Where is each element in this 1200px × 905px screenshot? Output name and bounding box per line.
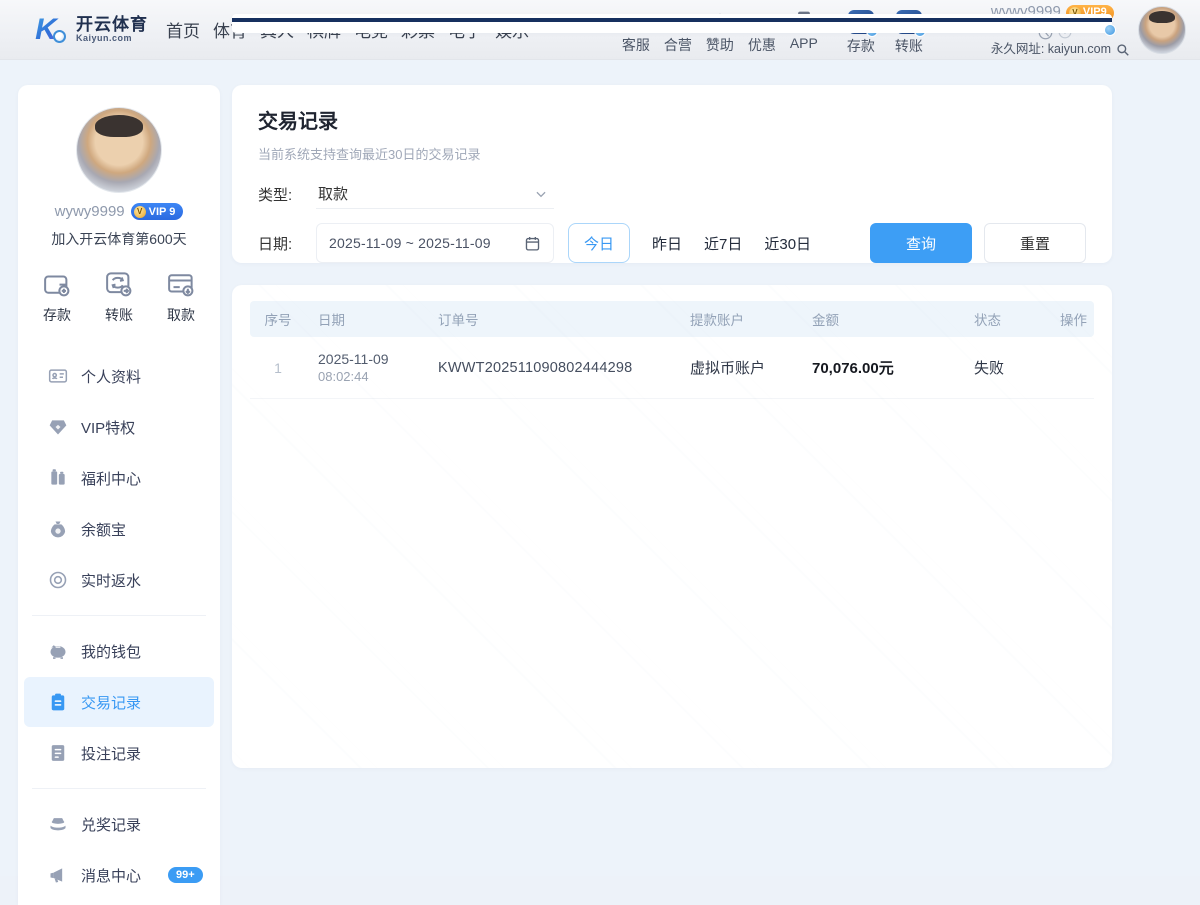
document-icon: [48, 743, 68, 763]
col-status: 状态: [962, 309, 1048, 329]
table-header: 序号 日期 订单号 提款账户 金额 状态 操作: [250, 301, 1094, 337]
vip-badge-sidebar: V VIP 9: [131, 203, 184, 220]
records-table-card: 序号 日期 订单号 提款账户 金额 状态 操作 1 2025-11-09 08:…: [232, 285, 1112, 768]
withdraw-icon: [232, 14, 1112, 33]
brand-name: 开云体育: [76, 16, 148, 34]
transfer-outline-icon: [104, 269, 134, 299]
sidebar-transfer-button[interactable]: 转账: [104, 269, 134, 325]
col-account: 提款账户: [678, 309, 800, 329]
cell-order-no: KWWT202511090802444298: [426, 360, 678, 376]
reset-button[interactable]: 重置: [984, 223, 1086, 263]
calendar-icon: [524, 235, 541, 252]
date-label: 日期:: [258, 233, 316, 254]
sidebar-item-yuebao[interactable]: 余额宝: [18, 504, 220, 554]
sidebar: wywy9999 V VIP 9 加入开云体育第600天 存款 转账: [18, 85, 220, 905]
sidebar-withdraw-button[interactable]: 取款: [166, 269, 196, 325]
sidebar-item-vip[interactable]: VIP特权: [18, 402, 220, 452]
nav-item-home[interactable]: 首页: [166, 17, 200, 42]
megaphone-icon: [48, 865, 68, 885]
col-order-no: 订单号: [426, 309, 678, 329]
logo-k-icon: K: [24, 11, 68, 49]
col-date: 日期: [306, 309, 426, 329]
cell-amount: 70,076.00元: [800, 357, 962, 378]
coins-icon: [48, 814, 68, 834]
gem-icon: [48, 417, 68, 437]
cell-index: 1: [250, 360, 306, 376]
type-select[interactable]: 取款: [316, 179, 554, 209]
range-30days-button[interactable]: 近30日: [764, 233, 811, 254]
page-subtitle: 当前系统支持查询最近30日的交易记录: [258, 144, 1086, 163]
rebate-target-icon: [48, 570, 68, 590]
sidebar-username: wywy9999: [55, 203, 125, 220]
brand-domain: Kaiyun.com: [76, 34, 148, 43]
col-index: 序号: [250, 309, 306, 329]
cell-status: 失败: [962, 357, 1048, 378]
welfare-gift-icon: [48, 468, 68, 488]
top-bar: K 开云体育 Kaiyun.com 首页 体育 真人 棋牌 电竞 彩票 电子 娱…: [0, 0, 1200, 60]
range-today-button[interactable]: 今日: [568, 223, 630, 263]
sidebar-item-profile[interactable]: 个人资料: [18, 351, 220, 401]
soccer-ball-icon: [53, 30, 66, 43]
type-value: 取款: [318, 183, 348, 204]
range-yesterday-button[interactable]: 昨日: [652, 233, 682, 254]
sidebar-avatar[interactable]: [76, 107, 162, 193]
menu-divider: [32, 615, 206, 616]
id-card-icon: [48, 366, 68, 386]
sidebar-item-messages[interactable]: 消息中心 99+: [18, 850, 220, 900]
brand-logo[interactable]: K 开云体育 Kaiyun.com: [24, 11, 148, 49]
type-label: 类型:: [258, 184, 316, 205]
sidebar-item-bets[interactable]: 投注记录: [18, 728, 220, 778]
date-range-value: 2025-11-09 ~ 2025-11-09: [329, 235, 491, 251]
filters-card: 交易记录 当前系统支持查询最近30日的交易记录 类型: 取款 日期: 2025-…: [232, 85, 1112, 263]
page-background: wywy9999 V VIP 9 加入开云体育第600天 存款 转账: [0, 60, 1200, 876]
withdraw-button[interactable]: 取款: [935, 10, 979, 56]
sidebar-item-transactions[interactable]: 交易记录: [24, 677, 214, 727]
card-outline-icon: [166, 269, 196, 299]
piggy-bank-icon: [48, 641, 68, 661]
sidebar-deposit-button[interactable]: 存款: [42, 269, 72, 325]
avatar[interactable]: [1138, 6, 1186, 54]
range-7days-button[interactable]: 近7日: [704, 233, 742, 254]
permanent-url: 永久网址: kaiyun.com: [991, 42, 1111, 58]
date-range-input[interactable]: 2025-11-09 ~ 2025-11-09: [316, 223, 554, 263]
clipboard-icon: [48, 692, 68, 712]
chevron-down-icon: [534, 187, 548, 201]
date-quick-ranges: 今日 昨日 近7日 近30日: [568, 223, 811, 263]
money-bag-icon: [48, 519, 68, 539]
query-button[interactable]: 查询: [870, 223, 972, 263]
vip-shield-icon: V: [134, 206, 146, 218]
sidebar-item-welfare[interactable]: 福利中心: [18, 453, 220, 503]
col-amount: 金额: [800, 309, 962, 329]
wallet-shortcuts: 存款 转账 取款: [839, 10, 979, 56]
sidebar-item-wallet[interactable]: 我的钱包: [18, 626, 220, 676]
sidebar-quick-actions: 存款 转账 取款: [18, 269, 220, 325]
menu-divider: [32, 788, 206, 789]
join-days-text: 加入开云体育第600天: [18, 229, 220, 249]
wallet-outline-icon: [42, 269, 72, 299]
col-action: 操作: [1048, 309, 1094, 329]
page-title: 交易记录: [258, 105, 1086, 134]
magnifier-icon[interactable]: [1116, 43, 1130, 57]
table-row[interactable]: 1 2025-11-09 08:02:44 KWWT20251109080244…: [250, 337, 1094, 399]
sidebar-item-rewards[interactable]: 兑奖记录: [18, 799, 220, 849]
cell-account: 虚拟币账户: [678, 357, 800, 378]
sidebar-item-rebate[interactable]: 实时返水: [18, 555, 220, 605]
message-count-badge: 99+: [168, 867, 203, 883]
sidebar-menu: 个人资料 VIP特权 福利中心 余额宝: [18, 351, 220, 900]
cell-date: 2025-11-09 08:02:44: [306, 351, 426, 384]
